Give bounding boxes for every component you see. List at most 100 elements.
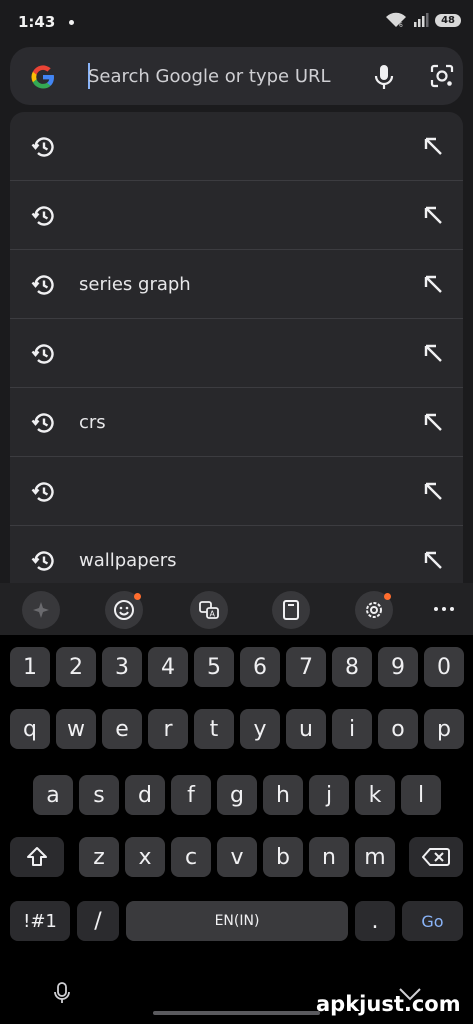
voice-input-icon[interactable] xyxy=(53,981,71,1005)
history-icon xyxy=(31,482,54,502)
suggestion-item[interactable] xyxy=(10,181,463,250)
key-u[interactable]: u xyxy=(286,709,326,749)
key-3[interactable]: 3 xyxy=(102,647,142,687)
fill-query-arrow-icon[interactable] xyxy=(421,134,445,158)
key-z[interactable]: z xyxy=(79,837,119,877)
go-key-label: Go xyxy=(421,911,444,931)
key-c[interactable]: c xyxy=(171,837,211,877)
suggestion-item[interactable] xyxy=(10,457,463,526)
key-j[interactable]: j xyxy=(309,775,349,815)
suggestion-item[interactable] xyxy=(10,112,463,181)
wifi-icon: 6 xyxy=(386,12,407,28)
google-lens-icon[interactable] xyxy=(429,63,455,89)
key-o[interactable]: o xyxy=(378,709,418,749)
key-6[interactable]: 6 xyxy=(240,647,280,687)
shift-key[interactable] xyxy=(10,837,64,877)
key-x[interactable]: x xyxy=(125,837,165,877)
key-5[interactable]: 5 xyxy=(194,647,234,687)
symbols-key[interactable]: !#1 xyxy=(10,901,70,941)
key-b[interactable]: b xyxy=(263,837,303,877)
clipboard-button[interactable] xyxy=(272,591,310,629)
suggestion-list: series graph crs wallpapers xyxy=(10,112,463,583)
fill-query-arrow-icon[interactable] xyxy=(421,341,445,365)
translate-icon: A xyxy=(199,601,219,619)
history-icon xyxy=(31,275,54,295)
search-bar[interactable] xyxy=(10,47,463,105)
suggestion-text: series graph xyxy=(79,273,191,295)
space-bar[interactable]: EN(IN) xyxy=(126,901,348,941)
key-y[interactable]: y xyxy=(240,709,280,749)
key-t[interactable]: t xyxy=(194,709,234,749)
watermark: apkjust.com xyxy=(316,992,461,1016)
key-l[interactable]: l xyxy=(401,775,441,815)
keyboard-toolbar: A xyxy=(0,583,473,635)
key-r[interactable]: r xyxy=(148,709,188,749)
search-input[interactable] xyxy=(88,57,353,95)
history-icon xyxy=(31,413,54,433)
key-7[interactable]: 7 xyxy=(286,647,326,687)
translate-button[interactable]: A xyxy=(190,591,228,629)
period-key[interactable]: . xyxy=(355,901,395,941)
keyboard-settings-button[interactable] xyxy=(355,591,393,629)
fill-query-arrow-icon[interactable] xyxy=(421,548,445,572)
signal-icon xyxy=(414,13,429,27)
emoji-button[interactable] xyxy=(105,591,143,629)
key-v[interactable]: v xyxy=(217,837,257,877)
fill-query-arrow-icon[interactable] xyxy=(421,479,445,503)
key-h[interactable]: h xyxy=(263,775,303,815)
fill-query-arrow-icon[interactable] xyxy=(421,272,445,296)
key-a[interactable]: a xyxy=(33,775,73,815)
key-2[interactable]: 2 xyxy=(56,647,96,687)
key-0[interactable]: 0 xyxy=(424,647,464,687)
key-i[interactable]: i xyxy=(332,709,372,749)
shift-icon xyxy=(27,847,47,866)
history-icon xyxy=(31,206,54,226)
key-4[interactable]: 4 xyxy=(148,647,188,687)
key-n[interactable]: n xyxy=(309,837,349,877)
key-9[interactable]: 9 xyxy=(378,647,418,687)
microphone-icon[interactable] xyxy=(371,63,397,91)
ai-writing-button[interactable] xyxy=(22,591,60,629)
smiley-icon xyxy=(114,600,134,620)
suggestion-item[interactable]: series graph xyxy=(10,250,463,319)
go-key[interactable]: Go xyxy=(402,901,463,941)
clipboard-icon xyxy=(283,600,299,620)
backspace-key[interactable] xyxy=(409,837,463,877)
home-indicator[interactable] xyxy=(153,1011,320,1015)
notification-dot xyxy=(69,19,75,25)
history-icon xyxy=(31,344,54,364)
key-f[interactable]: f xyxy=(171,775,211,815)
google-logo-icon xyxy=(31,65,54,89)
emoji-notification-dot xyxy=(134,593,141,600)
battery-indicator: 48 xyxy=(435,13,461,27)
key-w[interactable]: w xyxy=(56,709,96,749)
status-time: 1:43 xyxy=(18,13,56,31)
suggestion-item[interactable]: wallpapers xyxy=(10,526,463,583)
key-q[interactable]: q xyxy=(10,709,50,749)
fill-query-arrow-icon[interactable] xyxy=(421,203,445,227)
key-k[interactable]: k xyxy=(355,775,395,815)
status-bar: 1:43 6 48 xyxy=(0,0,473,44)
key-p[interactable]: p xyxy=(424,709,464,749)
key-g[interactable]: g xyxy=(217,775,257,815)
suggestion-text: crs xyxy=(79,411,106,433)
suggestion-item[interactable]: crs xyxy=(10,388,463,457)
svg-text:6: 6 xyxy=(399,22,403,28)
key-e[interactable]: e xyxy=(102,709,142,749)
more-options-icon[interactable] xyxy=(432,599,456,619)
key-s[interactable]: s xyxy=(79,775,119,815)
key-8[interactable]: 8 xyxy=(332,647,372,687)
slash-key[interactable]: / xyxy=(77,901,119,941)
fill-query-arrow-icon[interactable] xyxy=(421,410,445,434)
history-icon xyxy=(31,137,54,157)
key-d[interactable]: d xyxy=(125,775,165,815)
backspace-icon xyxy=(422,848,450,866)
suggestion-item[interactable] xyxy=(10,319,463,388)
gear-icon xyxy=(366,602,382,618)
history-icon xyxy=(31,551,54,571)
svg-text:A: A xyxy=(210,610,216,619)
sparkle-icon xyxy=(33,602,49,618)
key-1[interactable]: 1 xyxy=(10,647,50,687)
key-m[interactable]: m xyxy=(355,837,395,877)
suggestion-text: wallpapers xyxy=(79,550,177,571)
